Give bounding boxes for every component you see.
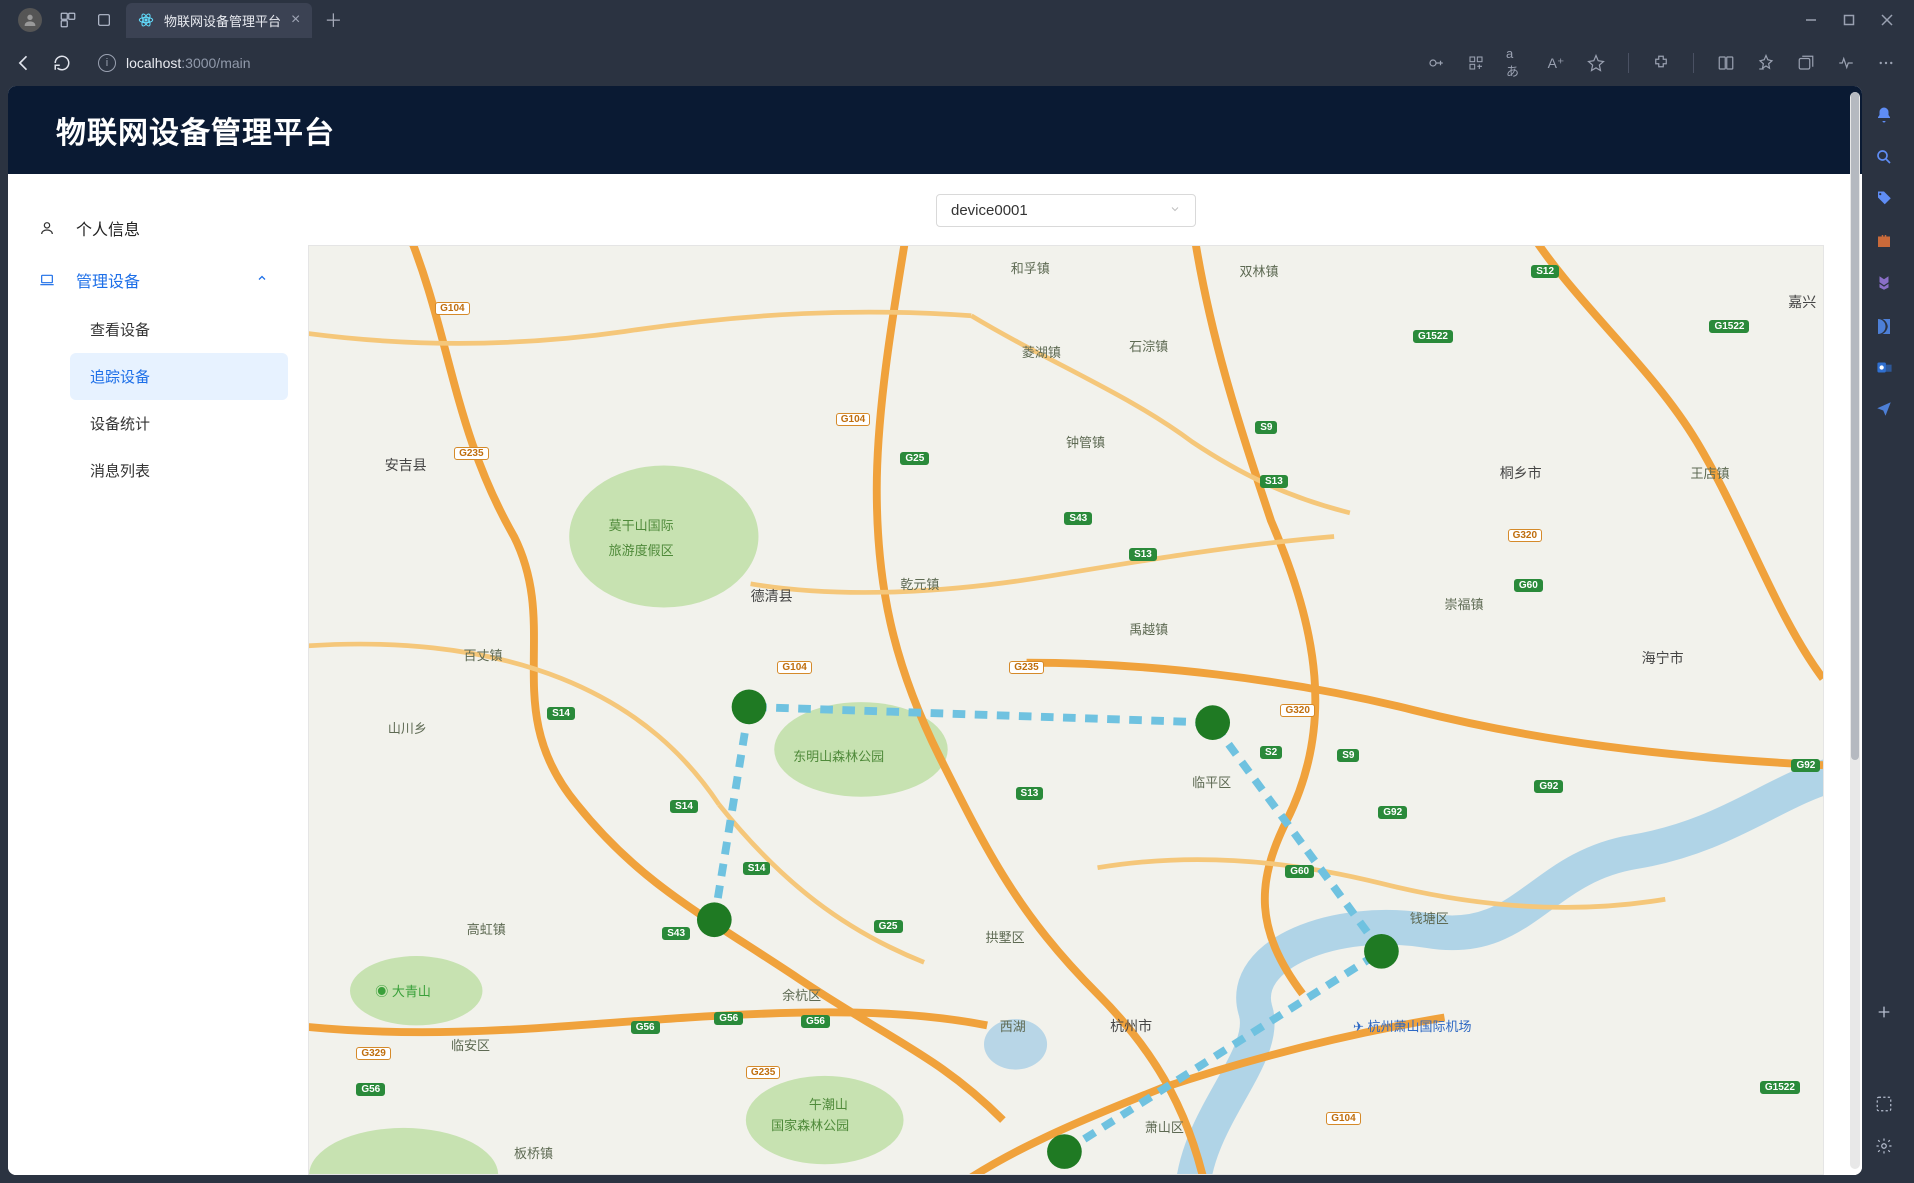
window-maximize-button[interactable] bbox=[1842, 13, 1856, 27]
browser-titlebar: 物联网设备管理平台 × ＋ bbox=[0, 0, 1914, 40]
map-device-node[interactable] bbox=[1195, 705, 1230, 740]
briefcase-icon[interactable] bbox=[1873, 230, 1895, 252]
new-tab-button[interactable]: ＋ bbox=[324, 7, 342, 33]
send-icon[interactable] bbox=[1873, 398, 1895, 420]
reading-icon[interactable]: A⁺ bbox=[1546, 53, 1566, 73]
map-canvas[interactable]: 安吉县德清县桐乡市海宁市杭州市嘉兴菱湖镇石淙镇和孚镇双林镇钟管镇乾元镇百丈镇山川… bbox=[308, 245, 1824, 1175]
app-title: 物联网设备管理平台 bbox=[8, 86, 1862, 174]
laptop-icon bbox=[38, 271, 56, 289]
map-device-node[interactable] bbox=[697, 902, 732, 937]
tab-close-icon[interactable]: × bbox=[291, 12, 300, 28]
browser-tab-active[interactable]: 物联网设备管理平台 × bbox=[126, 3, 312, 38]
menu-icon[interactable] bbox=[1876, 53, 1896, 73]
user-icon bbox=[38, 219, 56, 237]
add-sidebar-icon[interactable] bbox=[1873, 1001, 1895, 1023]
menu-personal-info[interactable]: 个人信息 bbox=[18, 202, 288, 254]
favorites-list-icon[interactable] bbox=[1756, 53, 1776, 73]
submenu-message-list[interactable]: 消息列表 bbox=[70, 447, 288, 494]
device-select[interactable]: device0001 bbox=[936, 194, 1196, 227]
submenu-view-devices[interactable]: 查看设备 bbox=[70, 306, 288, 353]
window-close-button[interactable] bbox=[1880, 13, 1894, 27]
url-text: localhost:3000/main bbox=[126, 55, 251, 71]
site-info-icon[interactable]: i bbox=[98, 54, 116, 72]
translate-icon[interactable]: aあ bbox=[1506, 53, 1526, 73]
edge-right-sidebar bbox=[1862, 86, 1906, 1175]
page-viewport: 物联网设备管理平台 个人信息 管理设备 bbox=[8, 86, 1862, 1175]
profile-avatar-icon[interactable] bbox=[18, 8, 42, 32]
tab-title: 物联网设备管理平台 bbox=[164, 11, 281, 30]
menu-label: 管理设备 bbox=[76, 268, 140, 292]
map-device-node[interactable] bbox=[1047, 1134, 1082, 1169]
chevron-down-icon bbox=[1169, 202, 1181, 219]
react-favicon-icon bbox=[138, 12, 154, 28]
page-scrollbar[interactable] bbox=[1850, 92, 1860, 1169]
split-screen-icon[interactable] bbox=[1716, 53, 1736, 73]
chevron-up-icon bbox=[256, 271, 268, 289]
submenu-device-stats[interactable]: 设备统计 bbox=[70, 400, 288, 447]
favorite-icon[interactable] bbox=[1586, 53, 1606, 73]
device-select-value: device0001 bbox=[951, 202, 1028, 219]
games-icon[interactable] bbox=[1873, 272, 1895, 294]
performance-icon[interactable] bbox=[1836, 53, 1856, 73]
map-device-node[interactable] bbox=[1364, 934, 1399, 969]
search-sidebar-icon[interactable] bbox=[1873, 146, 1895, 168]
settings-icon[interactable] bbox=[1873, 1135, 1895, 1157]
submenu-track-devices[interactable]: 追踪设备 bbox=[70, 353, 288, 400]
office-icon[interactable] bbox=[1873, 314, 1895, 336]
extensions-icon[interactable] bbox=[1651, 53, 1671, 73]
window-minimize-button[interactable] bbox=[1804, 13, 1818, 27]
screenshot-icon[interactable] bbox=[1873, 1093, 1895, 1115]
scrollbar-thumb[interactable] bbox=[1851, 92, 1859, 760]
nav-refresh-button[interactable] bbox=[50, 51, 74, 75]
notifications-icon[interactable] bbox=[1873, 104, 1895, 126]
menu-label: 个人信息 bbox=[76, 216, 140, 240]
outlook-icon[interactable] bbox=[1873, 356, 1895, 378]
apps-icon[interactable] bbox=[1466, 53, 1486, 73]
nav-back-button[interactable] bbox=[12, 51, 36, 75]
map-device-node[interactable] bbox=[732, 689, 767, 724]
url-input[interactable]: i localhost:3000/main bbox=[88, 50, 1412, 76]
menu-manage-devices[interactable]: 管理设备 bbox=[18, 254, 288, 306]
collections-icon[interactable] bbox=[1796, 53, 1816, 73]
workspaces-icon[interactable] bbox=[58, 10, 78, 30]
browser-addressbar: i localhost:3000/main aあ A⁺ bbox=[0, 40, 1914, 86]
shopping-tag-icon[interactable] bbox=[1873, 188, 1895, 210]
app-sidebar: 个人信息 管理设备 查看设备 追踪设备 设备统计 bbox=[8, 174, 298, 1175]
tabs-overview-icon[interactable] bbox=[94, 10, 114, 30]
password-icon[interactable] bbox=[1426, 53, 1446, 73]
